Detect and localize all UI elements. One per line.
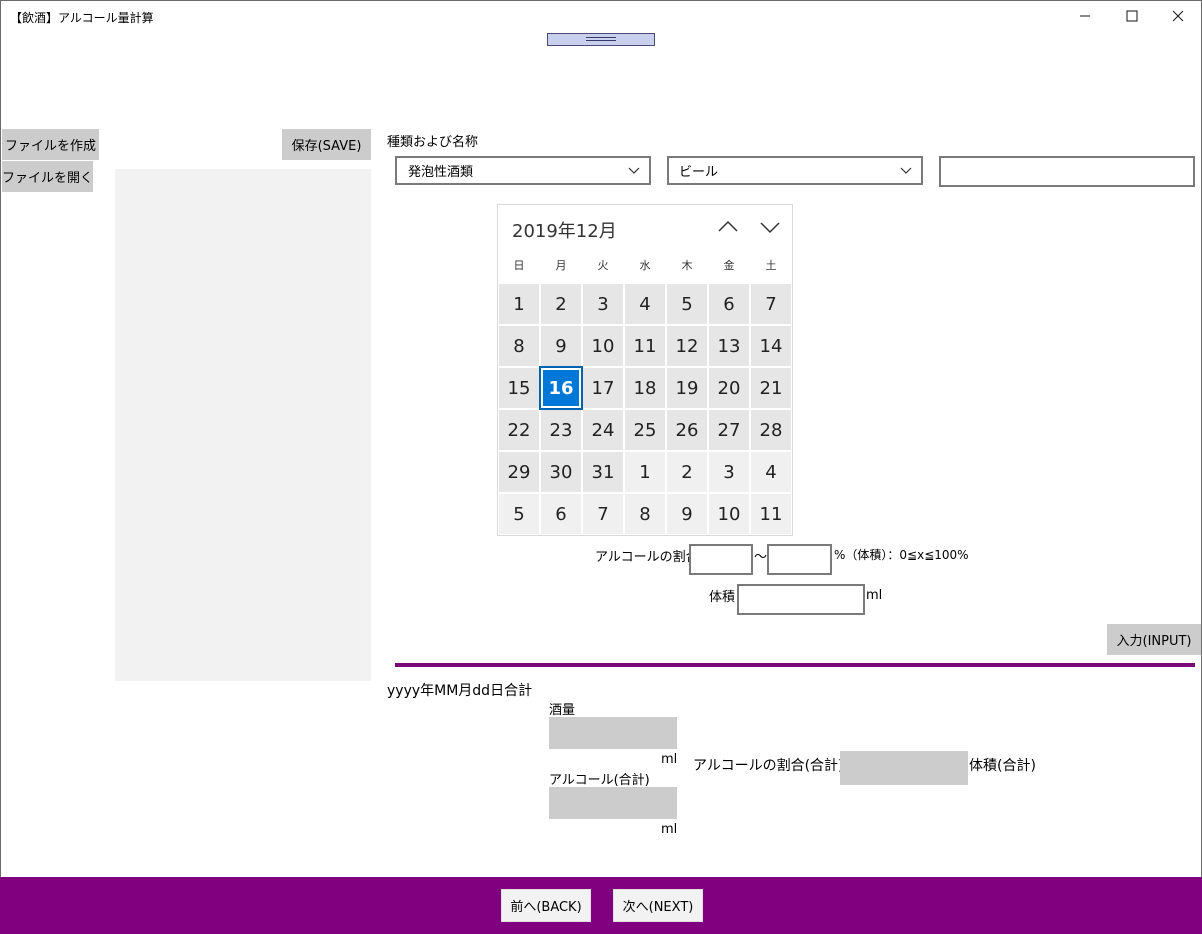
name-input[interactable] (939, 156, 1195, 187)
amount-label: 酒量 (549, 703, 576, 718)
calendar-day[interactable]: 9 (667, 494, 707, 534)
alcohol-total-label: アルコール(合計) (549, 773, 650, 788)
section-divider (395, 663, 1195, 667)
file-list-panel[interactable] (115, 169, 371, 681)
calendar-day[interactable]: 2 (541, 284, 581, 324)
alcohol-total-field (549, 787, 677, 819)
category-select[interactable]: 発泡性酒類 (395, 156, 651, 185)
calendar-day[interactable]: 20 (709, 368, 749, 408)
alcohol-ratio-min-input[interactable] (689, 544, 753, 575)
calendar-prev-button[interactable] (716, 215, 740, 239)
calendar-day[interactable]: 19 (667, 368, 707, 408)
save-button[interactable]: 保存(SAVE) (282, 129, 371, 160)
category-label: 種類および名称 (387, 135, 479, 150)
next-button[interactable]: 次へ(NEXT) (613, 889, 703, 922)
calendar-day[interactable]: 8 (499, 326, 539, 366)
calendar-day[interactable]: 2 (667, 452, 707, 492)
calendar-weekday: 水 (639, 259, 651, 272)
calendar-day[interactable]: 13 (709, 326, 749, 366)
volume-unit: ml (866, 588, 883, 603)
volume-total-label: 体積(合計) (969, 758, 1036, 774)
amount-unit: ml (661, 752, 678, 767)
calendar-day[interactable]: 11 (751, 494, 791, 534)
calendar-day[interactable]: 27 (709, 410, 749, 450)
create-file-button[interactable]: ファイルを作成 (2, 129, 99, 160)
calendar-day[interactable]: 28 (751, 410, 791, 450)
close-icon (1172, 10, 1184, 22)
calendar-day[interactable]: 3 (709, 452, 749, 492)
calendar-day-selected[interactable]: 16 (541, 368, 581, 408)
calendar-weekday: 日 (513, 259, 525, 272)
calendar-day[interactable]: 18 (625, 368, 665, 408)
calendar-day[interactable]: 10 (709, 494, 749, 534)
bottom-nav-bar (0, 877, 1202, 934)
alcohol-ratio-range-note: %（体積）：0≦x≦100% (834, 548, 969, 562)
calendar-day[interactable]: 6 (709, 284, 749, 324)
calendar-day[interactable]: 4 (625, 284, 665, 324)
calendar-month-header[interactable]: 2019年12月 (512, 217, 617, 243)
calendar-day[interactable]: 7 (583, 494, 623, 534)
calendar-day[interactable]: 24 (583, 410, 623, 450)
maximize-button[interactable] (1109, 0, 1155, 32)
range-separator: 〜 (754, 550, 768, 565)
calendar: 2019年12月 日月火水木金土 1 2 3 4 5 6 7 8 9 10 11 12 13 14 15 16… (497, 204, 793, 536)
window-title: 【飲酒】アルコール量計算 (10, 11, 154, 25)
calendar-day[interactable]: 3 (583, 284, 623, 324)
calendar-day[interactable]: 4 (751, 452, 791, 492)
category-select-value: 発泡性酒類 (408, 165, 474, 180)
alcohol-total-unit: ml (661, 822, 678, 837)
calendar-day[interactable]: 29 (499, 452, 539, 492)
calendar-day[interactable]: 1 (499, 284, 539, 324)
subtype-select[interactable]: ビール (667, 156, 923, 185)
back-button[interactable]: 前へ(BACK) (501, 889, 591, 922)
calendar-day[interactable]: 10 (583, 326, 623, 366)
calendar-day[interactable]: 5 (667, 284, 707, 324)
calendar-day[interactable]: 15 (499, 368, 539, 408)
calendar-day[interactable]: 21 (751, 368, 791, 408)
calendar-weekday: 月 (555, 259, 567, 272)
calendar-day[interactable]: 30 (541, 452, 581, 492)
volume-label: 体積 (709, 590, 736, 605)
calendar-day[interactable]: 22 (499, 410, 539, 450)
summary-title: yyyy年MM月dd日合計 (387, 683, 533, 699)
calendar-day[interactable]: 6 (541, 494, 581, 534)
calendar-weekday: 木 (681, 259, 693, 272)
open-file-button[interactable]: ファイルを開く (2, 161, 93, 192)
calendar-day[interactable]: 5 (499, 494, 539, 534)
calendar-day[interactable]: 23 (541, 410, 581, 450)
calendar-day[interactable]: 26 (667, 410, 707, 450)
calendar-day[interactable]: 1 (625, 452, 665, 492)
drag-grip-handle[interactable] (547, 33, 655, 46)
calendar-next-button[interactable] (758, 215, 782, 239)
calendar-day[interactable]: 25 (625, 410, 665, 450)
calendar-day[interactable]: 8 (625, 494, 665, 534)
alcohol-ratio-label: アルコールの割合 (595, 550, 699, 565)
alcohol-ratio-max-input[interactable] (767, 544, 832, 575)
calendar-day[interactable]: 31 (583, 452, 623, 492)
calendar-weekday: 金 (723, 259, 735, 272)
calendar-weekday: 土 (765, 259, 777, 272)
ratio-total-label: アルコールの割合(合計) (693, 758, 844, 774)
calendar-day[interactable]: 14 (751, 326, 791, 366)
calendar-day[interactable]: 7 (751, 284, 791, 324)
calendar-weekday: 火 (597, 259, 609, 272)
maximize-icon (1126, 10, 1138, 22)
chevron-down-icon (900, 167, 912, 174)
amount-field (549, 717, 677, 749)
volume-input[interactable] (737, 584, 865, 615)
chevron-down-icon (628, 167, 640, 174)
calendar-day[interactable]: 11 (625, 326, 665, 366)
minimize-button[interactable] (1062, 0, 1108, 32)
calendar-day[interactable]: 17 (583, 368, 623, 408)
calendar-day[interactable]: 12 (667, 326, 707, 366)
ratio-total-field (840, 751, 968, 785)
close-button[interactable] (1155, 0, 1201, 32)
calendar-day[interactable]: 9 (541, 326, 581, 366)
subtype-select-value: ビール (679, 165, 719, 180)
minimize-icon (1080, 15, 1090, 17)
input-button[interactable]: 入力(INPUT) (1107, 624, 1201, 655)
